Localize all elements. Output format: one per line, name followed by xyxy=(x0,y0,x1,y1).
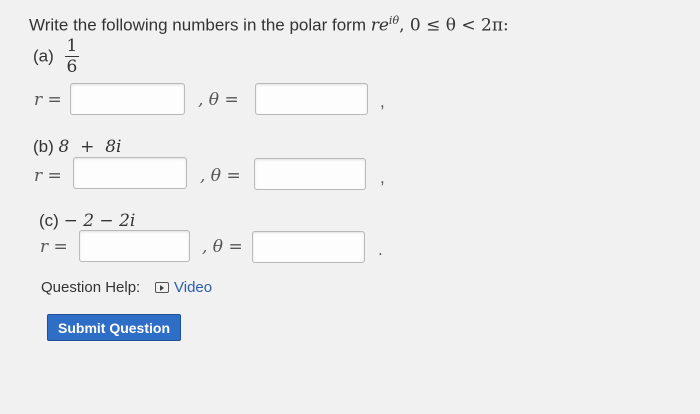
video-help-link[interactable]: Video xyxy=(155,279,212,296)
part-b-label: (b) xyxy=(33,137,54,156)
video-link-label: Video xyxy=(174,279,213,296)
part-a-r-input[interactable] xyxy=(70,83,185,115)
part-a-trailing-comma: , xyxy=(380,92,385,111)
submit-question-button[interactable]: Submit Question xyxy=(47,314,181,341)
part-a-fraction: 1 6 xyxy=(64,36,80,77)
part-c-expression: − 2 − 2i xyxy=(63,211,136,231)
fraction-numerator: 1 xyxy=(66,36,78,56)
part-a-label: (a) xyxy=(33,46,54,66)
part-c-trailing-period: . xyxy=(378,240,383,259)
part-a-header: (a) 1 6 xyxy=(33,36,80,77)
part-a-theta-input[interactable] xyxy=(255,83,368,115)
theta-condition: , 0 ≤ θ < 2π: xyxy=(399,15,509,36)
part-b-theta-label: , θ = xyxy=(200,166,241,186)
part-a-theta-label: , θ = xyxy=(198,90,239,110)
part-b-expression: 8 + 8i xyxy=(58,137,122,157)
part-b-r-input[interactable] xyxy=(73,157,187,189)
polar-form-exponent: iθ xyxy=(388,14,400,27)
part-b-r-label: r = xyxy=(34,166,62,186)
polar-form-re: re xyxy=(370,15,389,36)
part-c-theta-input[interactable] xyxy=(252,231,365,263)
prompt-text: Write the following numbers in the polar… xyxy=(29,15,371,35)
part-c-r-input[interactable] xyxy=(79,230,190,262)
part-c-theta-label: , θ = xyxy=(202,237,243,257)
video-play-icon xyxy=(155,282,169,293)
part-b-trailing-comma: , xyxy=(380,168,385,187)
fraction-denominator: 6 xyxy=(66,57,78,77)
part-a-r-label: r = xyxy=(34,90,62,110)
question-help-label: Question Help: xyxy=(41,279,141,296)
part-c-label: (c) xyxy=(39,211,59,230)
question-prompt: Write the following numbers in the polar… xyxy=(29,14,509,36)
part-c-header: (c) − 2 − 2i xyxy=(39,211,135,231)
part-c-r-label: r = xyxy=(40,237,68,257)
part-b-header: (b) 8 + 8i xyxy=(33,137,121,157)
part-b-theta-input[interactable] xyxy=(254,158,366,190)
